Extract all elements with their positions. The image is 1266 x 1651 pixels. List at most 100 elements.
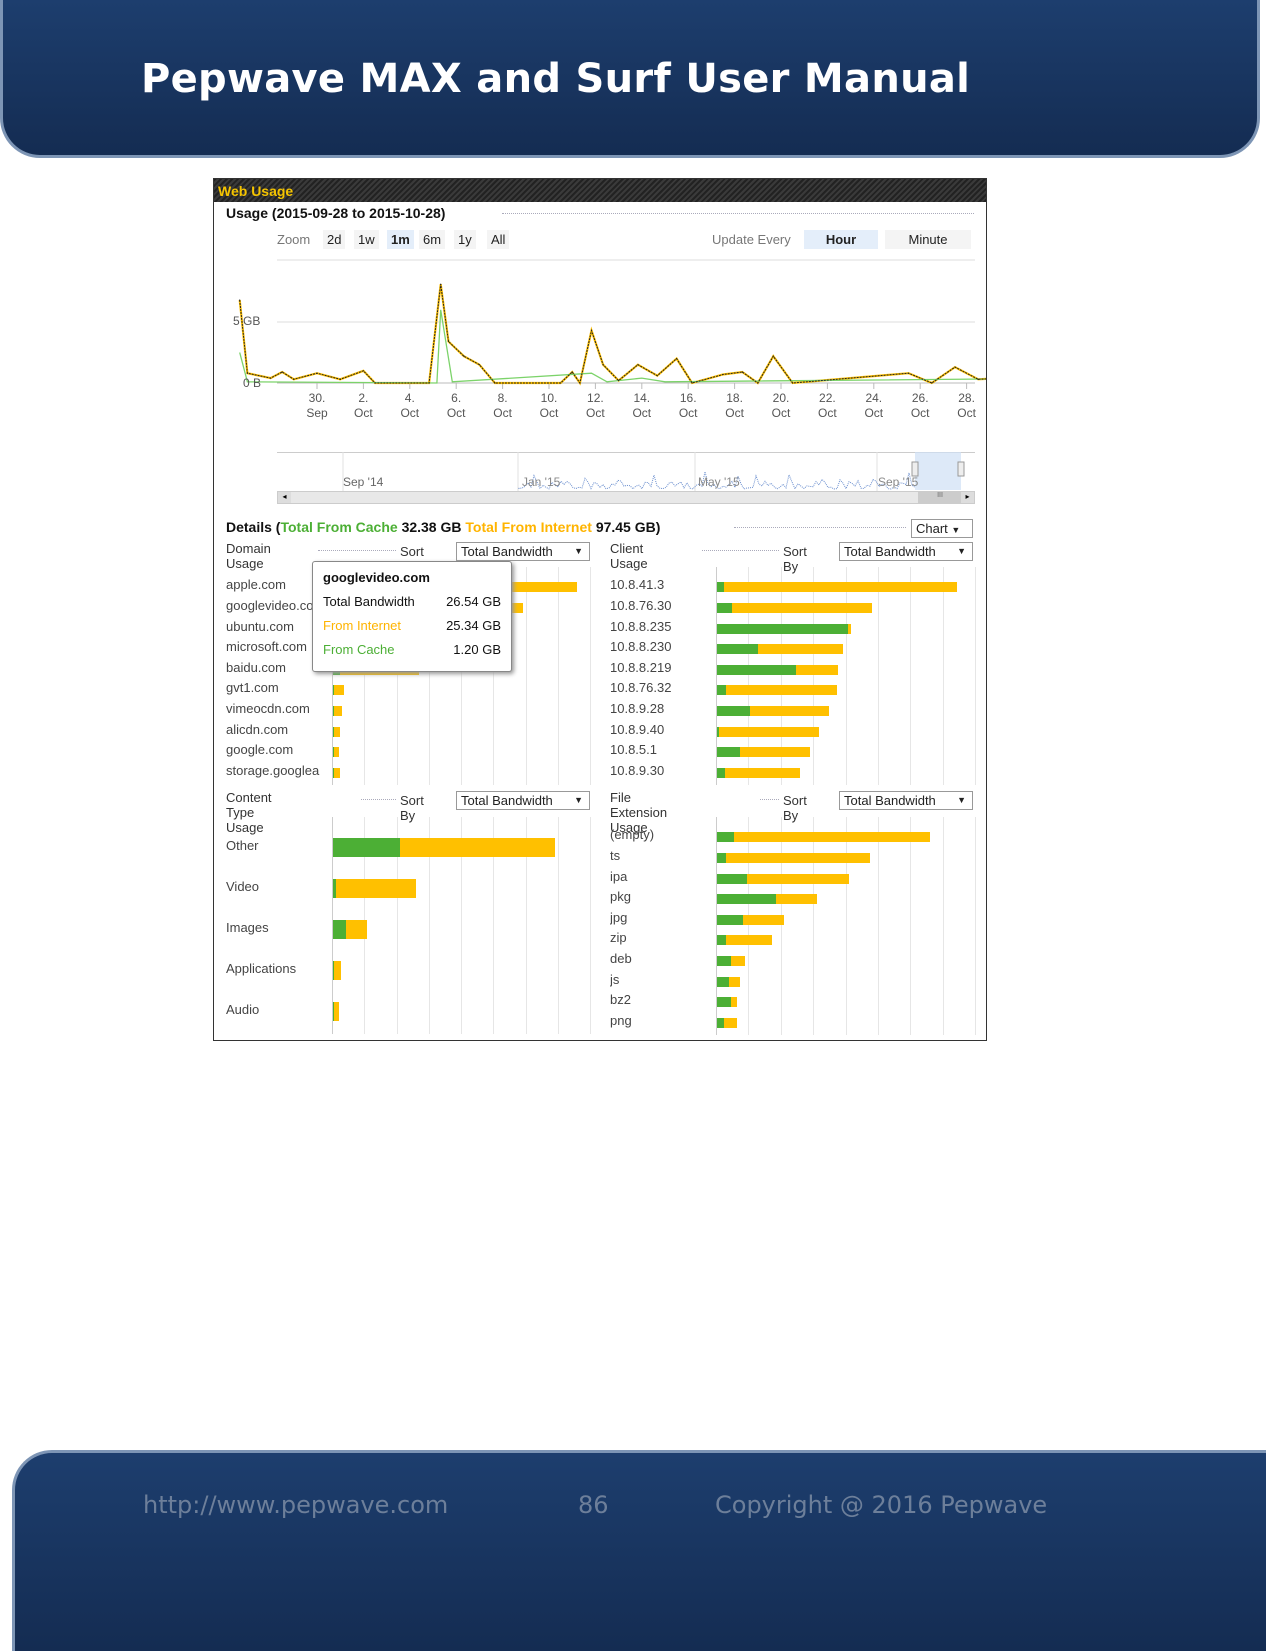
bar-internet[interactable] bbox=[719, 726, 819, 737]
x-tick-label: 20. Oct bbox=[761, 391, 801, 421]
bar-cache[interactable] bbox=[717, 997, 731, 1008]
bar-internet[interactable] bbox=[334, 705, 342, 716]
details-prefix: Details ( bbox=[226, 519, 281, 535]
bar-internet[interactable] bbox=[728, 976, 740, 987]
x-tick-day: 14. bbox=[633, 391, 651, 405]
total-series-line bbox=[239, 284, 986, 385]
bar-cache[interactable] bbox=[717, 664, 796, 675]
data-point bbox=[339, 378, 341, 380]
sort-by-select[interactable]: Total Bandwidth ▼ bbox=[456, 542, 590, 561]
zoom-1y-button[interactable]: 1y bbox=[454, 230, 476, 249]
navigator-scrollbar[interactable]: ◂ III ▸ bbox=[277, 491, 975, 504]
bar-cache[interactable] bbox=[717, 914, 743, 925]
bar-internet[interactable] bbox=[726, 685, 838, 696]
footer-url[interactable]: http://www.pepwave.com bbox=[143, 1491, 448, 1519]
bar-cache[interactable] bbox=[333, 837, 401, 857]
category-label: 10.8.76.30 bbox=[610, 597, 672, 613]
bar-cache[interactable] bbox=[717, 852, 727, 863]
bar-cache[interactable] bbox=[717, 976, 729, 987]
bar-internet[interactable] bbox=[400, 837, 555, 857]
view-select[interactable]: Chart ▼ bbox=[911, 519, 973, 538]
bar-internet[interactable] bbox=[757, 644, 843, 655]
scroll-thumb[interactable]: III bbox=[918, 492, 962, 503]
sort-by-select[interactable]: Total Bandwidth ▼ bbox=[839, 791, 973, 810]
dropdown-arrow-icon: ▼ bbox=[957, 795, 966, 805]
bar-internet[interactable] bbox=[336, 878, 417, 898]
bar-cache[interactable] bbox=[717, 1017, 724, 1028]
update-hour-button[interactable]: Hour bbox=[804, 230, 878, 249]
scroll-left-icon[interactable]: ◂ bbox=[278, 492, 291, 503]
sort-by-select[interactable]: Total Bandwidth ▼ bbox=[456, 791, 590, 810]
category-label: 10.8.8.219 bbox=[610, 659, 672, 675]
y-tick-0b: 0 B bbox=[243, 376, 262, 390]
bar-cache[interactable] bbox=[717, 747, 740, 758]
cache-total-label: Total From Cache bbox=[280, 519, 398, 535]
bar-internet[interactable] bbox=[732, 602, 872, 613]
bar-internet[interactable] bbox=[726, 935, 773, 946]
bar-internet[interactable] bbox=[334, 726, 340, 737]
category-label: gvt1.com bbox=[226, 680, 279, 696]
update-minute-button[interactable]: Minute bbox=[885, 230, 971, 249]
category-label: (empty) bbox=[610, 827, 655, 843]
bar-internet[interactable] bbox=[724, 767, 800, 778]
bar-internet[interactable] bbox=[749, 705, 829, 716]
bar-cache[interactable] bbox=[717, 582, 724, 593]
bar-cache[interactable] bbox=[717, 623, 848, 634]
bar-cache[interactable] bbox=[717, 935, 727, 946]
zoom-1m-button[interactable]: 1m bbox=[387, 230, 414, 249]
bar-internet[interactable] bbox=[723, 582, 958, 593]
data-point bbox=[618, 379, 620, 382]
bar-internet[interactable] bbox=[723, 1017, 737, 1028]
bar-internet[interactable] bbox=[345, 919, 367, 939]
bar-internet[interactable] bbox=[726, 852, 871, 863]
chart-title: Content Type Usage bbox=[226, 790, 272, 835]
bar-cache[interactable] bbox=[717, 894, 777, 905]
bar-internet[interactable] bbox=[730, 955, 745, 966]
x-tick-label: 28. Oct bbox=[947, 391, 987, 421]
bar-internet[interactable] bbox=[734, 832, 931, 843]
x-tick-month: Oct bbox=[354, 406, 373, 420]
bar-cache[interactable] bbox=[717, 602, 733, 613]
bar-cache[interactable] bbox=[717, 873, 748, 884]
bar-internet[interactable] bbox=[739, 747, 810, 758]
bar-internet[interactable] bbox=[847, 623, 852, 634]
zoom-all-button[interactable]: All bbox=[487, 230, 510, 249]
data-point bbox=[239, 299, 241, 301]
bar-internet[interactable] bbox=[747, 873, 850, 884]
bar-internet[interactable] bbox=[730, 997, 737, 1008]
category-label: Images bbox=[226, 919, 269, 935]
scroll-right-icon[interactable]: ▸ bbox=[961, 492, 974, 503]
category-label: ts bbox=[610, 847, 621, 863]
bar-internet[interactable] bbox=[742, 914, 784, 925]
bar-internet[interactable] bbox=[333, 747, 340, 758]
x-tick-day: 20. bbox=[772, 391, 790, 405]
bar-cache[interactable] bbox=[717, 644, 758, 655]
zoom-6m-button[interactable]: 6m bbox=[419, 230, 446, 249]
bar-internet[interactable] bbox=[334, 960, 341, 980]
bar-internet[interactable] bbox=[776, 894, 817, 905]
x-tick-label: 14. Oct bbox=[622, 391, 662, 421]
bar-internet[interactable] bbox=[333, 767, 341, 778]
sort-by-select[interactable]: Total Bandwidth ▼ bbox=[839, 542, 973, 561]
category-label: apple.com bbox=[226, 577, 286, 593]
bar-internet[interactable] bbox=[333, 685, 344, 696]
data-point bbox=[428, 382, 430, 384]
bar-cache[interactable] bbox=[717, 955, 731, 966]
x-tick-month: Oct bbox=[910, 406, 930, 420]
gridline bbox=[590, 567, 591, 785]
bar-cache[interactable] bbox=[717, 705, 750, 716]
category-label: jpg bbox=[610, 909, 628, 925]
bar-cache[interactable] bbox=[717, 767, 725, 778]
gridline bbox=[942, 567, 944, 785]
divider bbox=[701, 550, 779, 551]
zoom-1w-button[interactable]: 1w bbox=[354, 230, 379, 249]
bar-cache[interactable] bbox=[333, 919, 346, 939]
bar-cache[interactable] bbox=[717, 685, 727, 696]
bar-internet[interactable] bbox=[795, 664, 838, 675]
gridline bbox=[557, 567, 559, 785]
gridline bbox=[748, 817, 750, 1035]
bar-cache[interactable] bbox=[717, 832, 735, 843]
zoom-2d-button[interactable]: 2d bbox=[323, 230, 346, 249]
bar-internet[interactable] bbox=[334, 1001, 339, 1021]
divider bbox=[361, 799, 396, 800]
